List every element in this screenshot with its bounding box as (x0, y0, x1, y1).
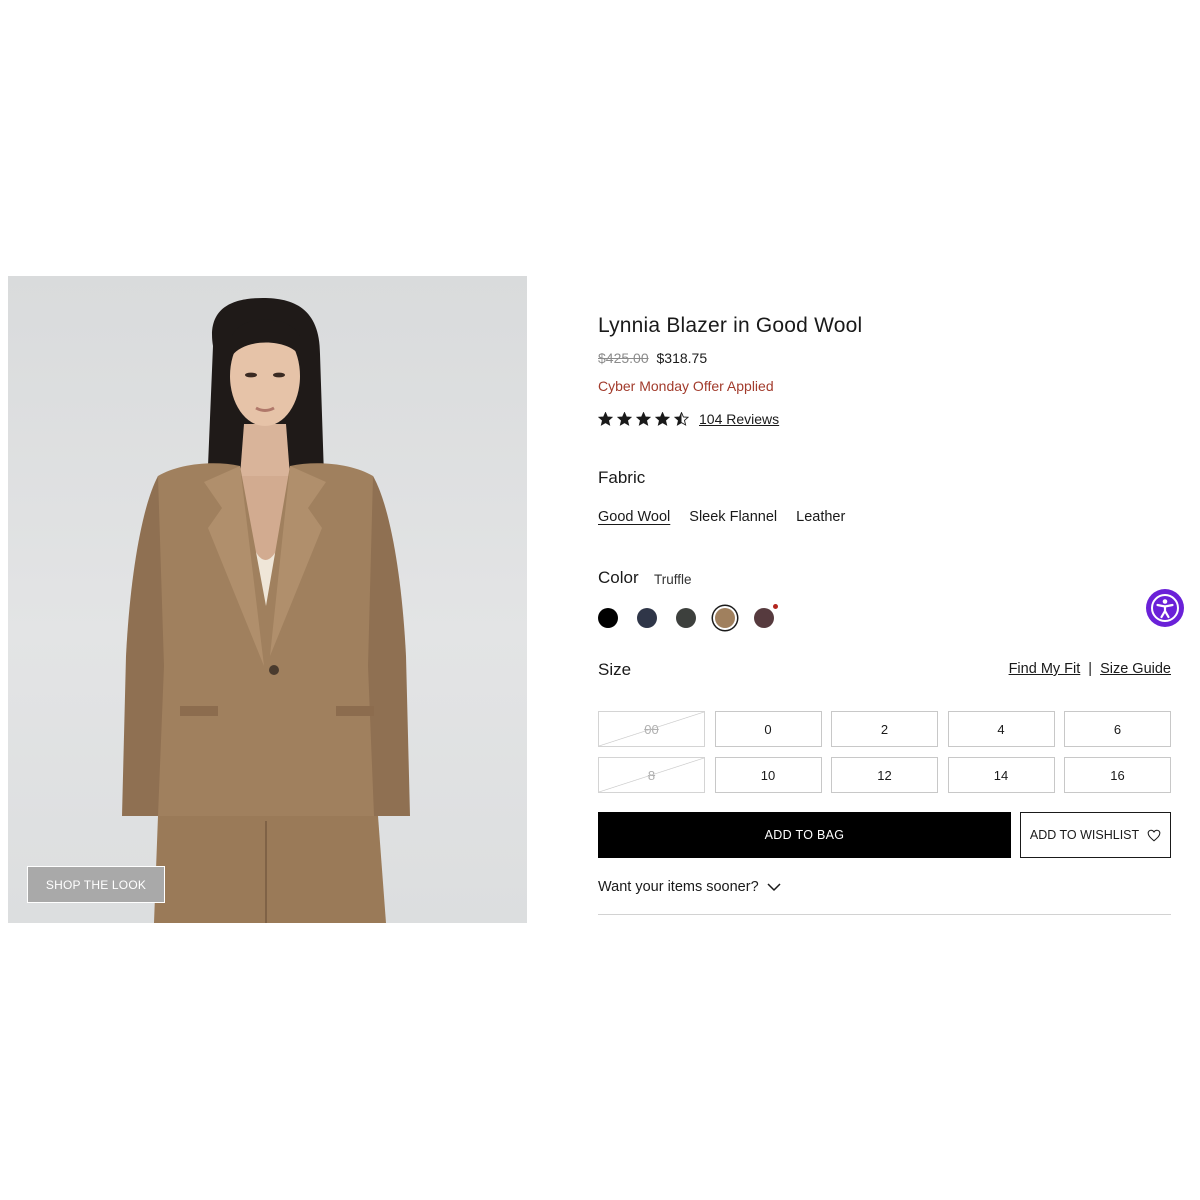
accessibility-icon (1151, 594, 1179, 622)
size-option-label: 0 (764, 721, 772, 737)
size-option-label: 4 (997, 721, 1005, 737)
size-option-label: 00 (644, 721, 659, 737)
product-image: SHOP THE LOOK (8, 276, 527, 923)
heart-icon (1147, 829, 1161, 841)
star-rating (598, 412, 689, 426)
size-grid: 00 0 2 4 6 8 10 12 14 16 (598, 711, 1171, 793)
add-to-bag-button[interactable]: ADD TO BAG (598, 812, 1011, 858)
color-swatch[interactable] (754, 604, 778, 628)
color-swatch[interactable] (715, 608, 735, 628)
find-my-fit-link[interactable]: Find My Fit (1009, 661, 1081, 677)
size-option-00[interactable]: 00 (598, 711, 705, 747)
size-option-16[interactable]: 16 (1064, 757, 1171, 793)
price-row: $425.00 $318.75 (598, 350, 707, 366)
color-swatches (598, 604, 778, 628)
size-option-12[interactable]: 12 (831, 757, 938, 793)
size-option-0[interactable]: 0 (714, 711, 822, 747)
reviews-link[interactable]: 104 Reviews (699, 411, 779, 427)
sale-price: $318.75 (656, 350, 708, 366)
size-option-4[interactable]: 4 (947, 711, 1055, 747)
product-title: Lynnia Blazer in Good Wool (598, 314, 863, 337)
fabric-label: Fabric (598, 468, 646, 487)
size-option-label: 8 (647, 767, 656, 783)
add-to-bag-label: ADD TO BAG (764, 828, 845, 842)
rating-row: 104 Reviews (598, 411, 779, 427)
color-swatch[interactable] (598, 608, 618, 628)
accessibility-button[interactable] (1146, 589, 1184, 627)
delivery-prompt-text: Want your items sooner? (598, 879, 759, 895)
size-links: Find My Fit | Size Guide (1009, 661, 1171, 677)
size-option-10[interactable]: 10 (714, 757, 822, 793)
size-option-label: 2 (880, 721, 889, 737)
star-full-icon (636, 412, 651, 426)
star-full-icon (617, 412, 632, 426)
size-guide-link[interactable]: Size Guide (1100, 661, 1171, 677)
shop-the-look-button[interactable]: SHOP THE LOOK (27, 866, 165, 903)
color-swatch[interactable] (676, 608, 696, 628)
size-option-label: 12 (877, 767, 892, 783)
color-label: Color (598, 568, 639, 587)
selected-color-name: Truffle (654, 572, 692, 587)
size-links-separator: | (1088, 661, 1093, 677)
model-photo (122, 298, 410, 923)
fabric-option-leather[interactable]: Leather (796, 509, 845, 525)
star-full-icon (655, 412, 670, 426)
fabric-option-good-wool[interactable]: Good Wool (598, 509, 670, 525)
size-option-2[interactable]: 2 (831, 711, 938, 747)
fabric-option-sleek-flannel[interactable]: Sleek Flannel (689, 509, 777, 525)
size-label: Size (598, 660, 632, 679)
size-option-label: 16 (1110, 767, 1125, 783)
star-half-icon (674, 412, 689, 426)
chevron-down-icon (767, 882, 781, 891)
new-color-indicator (773, 604, 778, 609)
size-option-label: 10 (760, 767, 776, 783)
size-option-8[interactable]: 8 (598, 757, 705, 793)
size-option-label: 14 (993, 767, 1009, 783)
size-option-14[interactable]: 14 (947, 757, 1055, 793)
original-price: $425.00 (598, 350, 649, 366)
size-option-6[interactable]: 6 (1064, 711, 1171, 747)
color-swatch[interactable] (637, 608, 657, 628)
delivery-options-toggle[interactable]: Want your items sooner? (598, 879, 781, 895)
add-to-wishlist-label: ADD TO WISHLIST (1029, 828, 1140, 842)
offer-applied-text: Cyber Monday Offer Applied (598, 378, 774, 394)
fabric-options: Good Wool Sleek Flannel Leather (598, 509, 845, 525)
add-to-wishlist-button[interactable]: ADD TO WISHLIST (1020, 812, 1171, 858)
size-option-label: 6 (1113, 721, 1122, 737)
divider (598, 914, 1171, 915)
star-full-icon (598, 412, 613, 426)
